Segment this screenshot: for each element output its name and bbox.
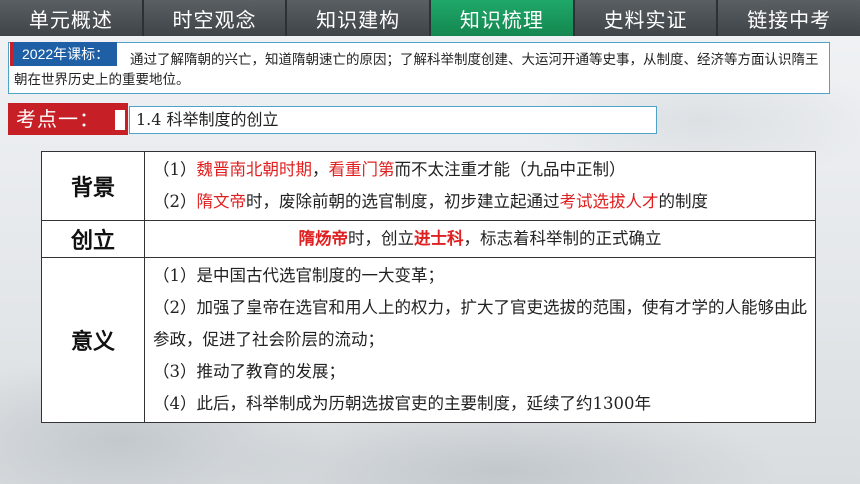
highlight-emperor-wen: 隋文帝 — [196, 192, 247, 211]
background-line-2: （2）隋文帝时，废除前朝的选官制度，初步建立起通过考试选拔人才的制度 — [153, 192, 708, 211]
highlight-emperor-yang: 隋炀帝 — [298, 229, 349, 248]
tab-knowledge-build[interactable]: 知识建构 — [287, 0, 432, 36]
founding-content: 隋炀帝时，创立进士科，标志着科举制的正式确立 — [144, 220, 816, 258]
keju-table: 背景 （1）魏晋南北朝时期，看重门第而不太注重才能（九品中正制） （2）隋文帝时… — [41, 151, 816, 423]
curriculum-standard-badge: 2022年课标： — [10, 42, 118, 66]
significance-content: （1）是中国古代选官制度的一大变革； （2）加强了皇帝在选官和用人上的权力，扩大… — [144, 257, 816, 423]
kaodian-marker — [113, 108, 127, 132]
highlight-jinshi: 进士科 — [414, 229, 464, 248]
row-head-founding: 创立 — [41, 220, 145, 258]
kaodian-title: 1.4 科举制度的创立 — [129, 106, 657, 134]
curriculum-standard-text: 通过了解隋朝的兴亡，知道隋朝速亡的原因；了解科举制度创建、大运河开通等史事，从制… — [14, 52, 819, 88]
highlight-era: 魏晋南北朝时期 — [196, 160, 313, 179]
tab-knowledge-review[interactable]: 知识梳理 — [431, 0, 575, 36]
tab-time-space[interactable]: 时空观念 — [143, 0, 288, 36]
list-item: （2）加强了皇帝在选官和用人上的权力，扩大了官吏选拔的范围，使有才学的人能够由此… — [153, 298, 807, 349]
tab-evidence[interactable]: 史料实证 — [574, 0, 719, 36]
highlight-lineage: 看重门第 — [328, 160, 395, 179]
row-head-background: 背景 — [41, 151, 145, 221]
tab-exam-link[interactable]: 链接中考 — [718, 0, 860, 36]
table-row-background: 背景 （1）魏晋南北朝时期，看重门第而不太注重才能（九品中正制） （2）隋文帝时… — [41, 151, 816, 221]
row-head-significance: 意义 — [41, 257, 145, 423]
table-row-significance: 意义 （1）是中国古代选官制度的一大变革； （2）加强了皇帝在选官和用人上的权力… — [41, 257, 816, 423]
background-line-1: （1）魏晋南北朝时期，看重门第而不太注重才能（九品中正制） — [153, 160, 626, 179]
tab-bar: 单元概述 时空观念 知识建构 知识梳理 史料实证 链接中考 — [0, 0, 860, 36]
kaodian-label: 考点一： — [8, 103, 128, 135]
list-item: （4）此后，科举制成为历朝选拔官吏的主要制度，延续了约1300年 — [153, 394, 651, 413]
background-content: （1）魏晋南北朝时期，看重门第而不太注重才能（九品中正制） （2）隋文帝时，废除… — [144, 151, 816, 221]
list-item: （1）是中国古代选官制度的一大变革； — [153, 266, 444, 285]
list-item: （3）推动了教育的发展； — [153, 362, 345, 381]
table-row-founding: 创立 隋炀帝时，创立进士科，标志着科举制的正式确立 — [41, 220, 816, 258]
tab-unit-overview[interactable]: 单元概述 — [0, 0, 144, 36]
highlight-exam-selection: 考试选拔人才 — [559, 192, 659, 211]
